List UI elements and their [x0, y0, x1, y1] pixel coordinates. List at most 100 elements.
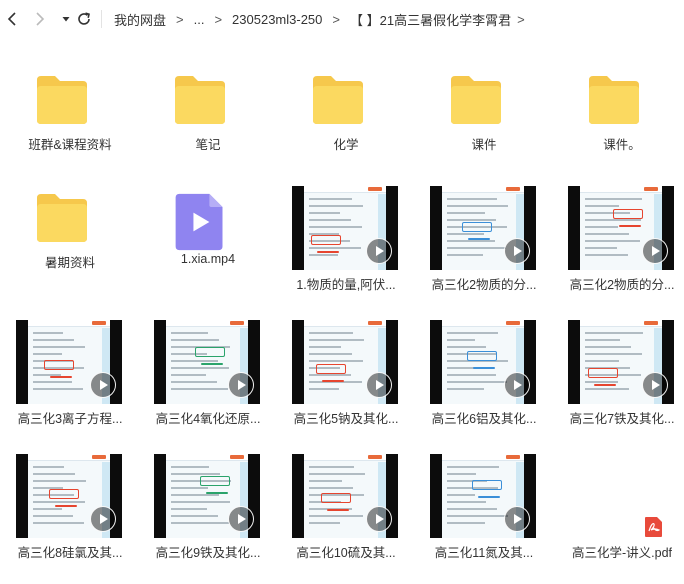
- toolbar-divider: [101, 10, 102, 28]
- video-thumbnail: [568, 186, 674, 270]
- file-item-video[interactable]: 高三化4氧化还原...: [144, 320, 272, 450]
- back-button[interactable]: [2, 9, 22, 29]
- file-name: 班群&课程资料: [28, 138, 112, 152]
- play-icon[interactable]: [228, 506, 254, 532]
- play-icon[interactable]: [90, 506, 116, 532]
- play-icon[interactable]: [642, 238, 668, 264]
- video-thumbnail: [292, 186, 398, 270]
- file-item-folder[interactable]: 班群&课程资料: [6, 60, 134, 190]
- chevron-right-icon: [36, 12, 45, 26]
- file-item-video[interactable]: 高三化7铁及其化...: [558, 320, 684, 450]
- play-icon[interactable]: [642, 372, 668, 398]
- file-name: 高三化2物质的分...: [431, 278, 537, 292]
- folder-icon: [451, 76, 501, 124]
- file-item-pdf[interactable]: 高三化学-讲义.pdf: [558, 454, 684, 584]
- file-name: 暑期资料: [44, 256, 95, 270]
- breadcrumb-item-current[interactable]: 【 】21高三暑假化学李霄君: [350, 10, 511, 29]
- file-name: 1.xia.mp4: [180, 252, 236, 266]
- folder-icon: [589, 76, 639, 124]
- breadcrumb-separator-icon: >: [517, 12, 525, 27]
- platform-logo: [92, 455, 106, 459]
- file-name: 高三化5钠及其化...: [293, 412, 399, 426]
- file-item-folder[interactable]: 课件: [420, 60, 548, 190]
- file-name: 化学: [333, 138, 359, 152]
- file-name: 高三化7铁及其化...: [569, 412, 675, 426]
- breadcrumb-item-root[interactable]: 我的网盘: [114, 10, 166, 29]
- breadcrumb: 我的网盘 > ... > 230523ml3-250 > 【 】21高三暑假化学…: [114, 10, 535, 29]
- play-icon[interactable]: [90, 372, 116, 398]
- platform-logo: [368, 187, 382, 191]
- breadcrumb-item-parent[interactable]: 230523ml3-250: [232, 12, 322, 27]
- caret-down-icon: [62, 17, 70, 22]
- file-item-folder[interactable]: 化学: [282, 60, 410, 190]
- platform-logo: [230, 321, 244, 325]
- file-name: 笔记: [195, 138, 221, 152]
- platform-logo: [644, 321, 658, 325]
- platform-logo: [368, 455, 382, 459]
- breadcrumb-separator-icon: >: [332, 12, 340, 27]
- play-icon[interactable]: [504, 372, 530, 398]
- file-name: 高三化2物质的分...: [569, 278, 675, 292]
- video-thumbnail: [568, 320, 674, 404]
- chevron-left-icon: [7, 12, 16, 26]
- breadcrumb-item-collapsed[interactable]: ...: [194, 12, 205, 27]
- file-name: 高三化6铝及其化...: [431, 412, 537, 426]
- video-thumbnail: [430, 186, 536, 270]
- file-name: 课件: [471, 138, 497, 152]
- refresh-icon: [78, 12, 90, 25]
- folder-icon: [313, 76, 363, 124]
- video-thumbnail: [292, 320, 398, 404]
- breadcrumb-separator-icon: >: [214, 12, 223, 27]
- platform-logo: [506, 187, 520, 191]
- video-thumbnail: [154, 320, 260, 404]
- video-file-icon: [175, 193, 223, 251]
- file-name: 高三化11氮及其...: [434, 546, 534, 560]
- video-thumbnail: [16, 320, 122, 404]
- video-thumbnail: [292, 454, 398, 538]
- file-item-video[interactable]: 高三化3离子方程...: [6, 320, 134, 450]
- file-item-video[interactable]: 高三化11氮及其...: [420, 454, 548, 584]
- file-name: 高三化8硅氯及其...: [17, 546, 123, 560]
- play-icon[interactable]: [366, 372, 392, 398]
- top-toolbar: 我的网盘 > ... > 230523ml3-250 > 【 】21高三暑假化学…: [0, 0, 684, 38]
- platform-logo: [92, 321, 106, 325]
- file-name: 高三化4氧化还原...: [155, 412, 261, 426]
- file-item-folder[interactable]: 暑期资料: [6, 178, 134, 308]
- file-item-folder[interactable]: 课件。: [558, 60, 684, 190]
- folder-icon: [175, 76, 225, 124]
- file-item-video[interactable]: 高三化9铁及其化...: [144, 454, 272, 584]
- play-icon[interactable]: [504, 238, 530, 264]
- play-icon[interactable]: [504, 506, 530, 532]
- video-thumbnail: [154, 454, 260, 538]
- file-item-video[interactable]: 高三化8硅氯及其...: [6, 454, 134, 584]
- refresh-button[interactable]: [74, 9, 94, 29]
- history-dropdown-button[interactable]: [56, 9, 76, 29]
- play-icon[interactable]: [366, 238, 392, 264]
- file-item-video-file[interactable]: 1.xia.mp4: [144, 178, 272, 308]
- pdf-icon: [645, 517, 662, 537]
- platform-logo: [230, 455, 244, 459]
- platform-logo: [644, 187, 658, 191]
- file-item-video[interactable]: 1.物质的量,阿伏...: [282, 186, 410, 316]
- file-name: 高三化3离子方程...: [17, 412, 123, 426]
- file-name: 高三化9铁及其化...: [155, 546, 261, 560]
- file-item-video[interactable]: 高三化2物质的分...: [420, 186, 548, 316]
- file-name: 高三化10硫及其...: [296, 546, 396, 560]
- play-icon[interactable]: [228, 372, 254, 398]
- file-item-video[interactable]: 高三化2物质的分...: [558, 186, 684, 316]
- file-item-video[interactable]: 高三化5钠及其化...: [282, 320, 410, 450]
- forward-button[interactable]: [30, 9, 50, 29]
- file-name: 课件。: [603, 138, 641, 152]
- video-thumbnail: [430, 320, 536, 404]
- file-name: 高三化学-讲义.pdf: [571, 546, 672, 560]
- file-item-folder[interactable]: 笔记: [144, 60, 272, 190]
- breadcrumb-separator-icon: >: [176, 12, 184, 27]
- video-thumbnail: [430, 454, 536, 538]
- file-item-video[interactable]: 高三化10硫及其...: [282, 454, 410, 584]
- file-item-video[interactable]: 高三化6铝及其化...: [420, 320, 548, 450]
- platform-logo: [506, 455, 520, 459]
- video-thumbnail: [16, 454, 122, 538]
- file-name: 1.物质的量,阿伏...: [296, 278, 396, 292]
- platform-logo: [506, 321, 520, 325]
- play-icon[interactable]: [366, 506, 392, 532]
